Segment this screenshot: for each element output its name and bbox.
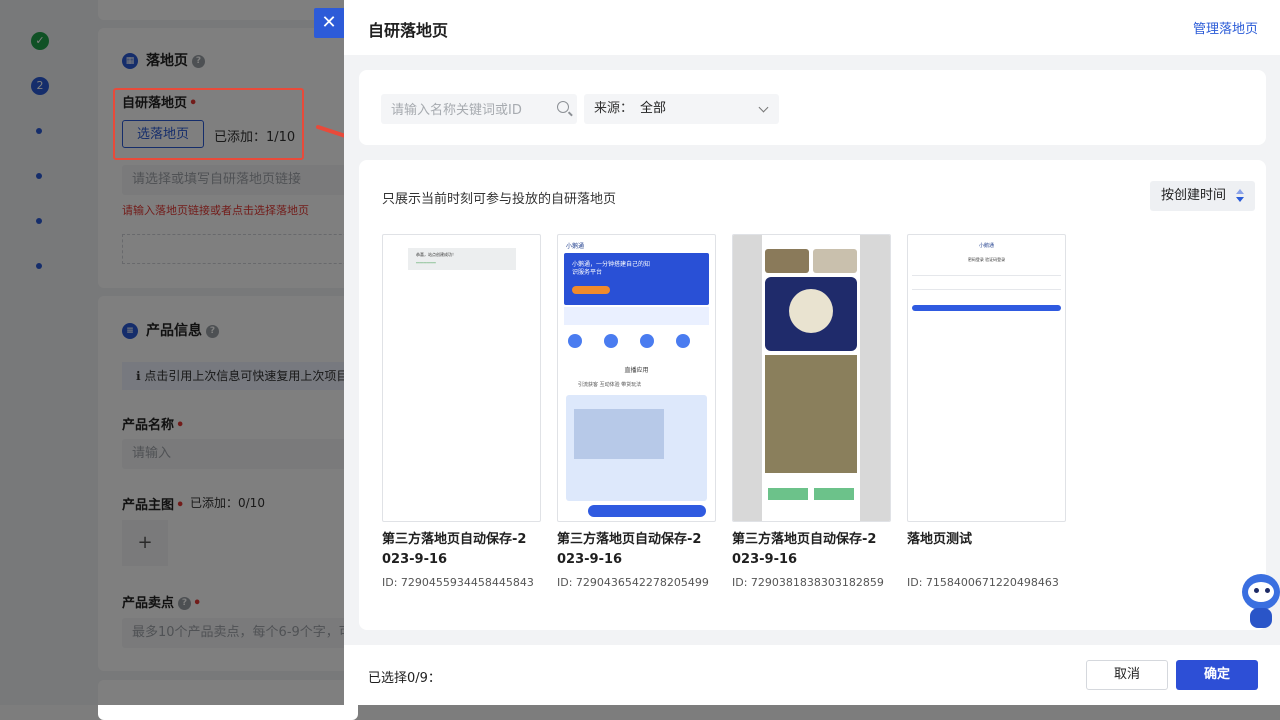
manage-landing-pages-link[interactable]: 管理落地页 bbox=[1193, 18, 1258, 37]
landing-page-card[interactable]: 小鹅通 密码登录 验证码登录 落地页测试 ID: 715840067122049… bbox=[907, 234, 1066, 589]
drawer-header: 自研落地页 管理落地页 bbox=[344, 0, 1280, 55]
search-input[interactable] bbox=[381, 94, 553, 126]
landing-page-id: ID: 7290436542278205499 bbox=[557, 576, 709, 589]
list-note: 只展示当前时刻可参与投放的自研落地页 bbox=[382, 192, 617, 207]
landing-page-name: 第三方落地页自动保存-2023-9-16 bbox=[732, 532, 877, 567]
thumb-login-button bbox=[912, 305, 1061, 311]
thumb-banner: 小鹅通，一分钟搭建自己的知识服务平台 bbox=[564, 253, 709, 305]
sort-icon bbox=[1236, 189, 1244, 203]
landing-page-card[interactable]: 小鹅通 小鹅通，一分钟搭建自己的知识服务平台 直播应用 引流获客 互动体验 带货… bbox=[557, 234, 716, 589]
chevron-down-icon bbox=[758, 102, 769, 113]
source-select[interactable]: 来源： 全部 bbox=[584, 94, 779, 124]
landing-page-thumbnail[interactable] bbox=[732, 234, 891, 522]
landing-page-drawer: 自研落地页 管理落地页 来源： 全部 只展示当前时刻可参与投放的自研落地页 按创… bbox=[344, 0, 1280, 705]
source-label: 来源： bbox=[594, 101, 634, 116]
landing-page-name: 第三方落地页自动保存-2023-9-16 bbox=[557, 532, 702, 567]
thumb-brand: 小鹅通 bbox=[566, 243, 585, 250]
drawer-title: 自研落地页 bbox=[368, 21, 449, 40]
landing-page-thumbnail[interactable]: 小鹅通 小鹅通，一分钟搭建自己的知识服务平台 直播应用 引流获客 互动体验 带货… bbox=[557, 234, 716, 522]
thumb-stats bbox=[564, 307, 709, 325]
cancel-button[interactable]: 取消 bbox=[1086, 660, 1168, 690]
landing-page-thumbnail[interactable]: 恭喜，站点创建成功！ ━━━━━━━━━━━ bbox=[382, 234, 541, 522]
landing-page-name: 落地页测试 bbox=[907, 532, 973, 547]
thumb-brand: 小鹅通 bbox=[978, 243, 994, 249]
landing-page-id: ID: 7290455934458445843 bbox=[382, 576, 534, 589]
close-drawer-button[interactable]: ✕ bbox=[314, 8, 344, 38]
moon-rabbit-image bbox=[765, 277, 857, 351]
drawer-footer: 已选择0/9： 取消 确定 bbox=[344, 645, 1280, 705]
thumb-success-banner: 恭喜，站点创建成功！ ━━━━━━━━━━━ bbox=[408, 248, 516, 270]
thumb-image bbox=[566, 395, 707, 501]
landing-page-card[interactable]: 第三方落地页自动保存-2023-9-16 ID: 729038183830318… bbox=[732, 234, 891, 589]
source-value: 全部 bbox=[640, 101, 667, 116]
confirm-button[interactable]: 确定 bbox=[1176, 660, 1258, 690]
landing-page-id: ID: 7158400671220498463 bbox=[907, 576, 1059, 589]
search-box bbox=[381, 94, 577, 126]
filter-bar: 来源： 全部 bbox=[359, 70, 1266, 145]
search-icon[interactable] bbox=[557, 101, 569, 113]
landing-page-list: 只展示当前时刻可参与投放的自研落地页 按创建时间 恭喜，站点创建成功！ ━━━━… bbox=[359, 160, 1266, 630]
landing-page-thumbnail[interactable]: 小鹅通 密码登录 验证码登录 bbox=[907, 234, 1066, 522]
assistant-mascot-icon[interactable] bbox=[1240, 568, 1280, 630]
landing-page-id: ID: 7290381838303182859 bbox=[732, 576, 884, 589]
landing-page-name: 第三方落地页自动保存-2023-9-16 bbox=[382, 532, 527, 567]
landing-page-card[interactable]: 恭喜，站点创建成功！ ━━━━━━━━━━━ 第三方落地页自动保存-2023-9… bbox=[382, 234, 541, 589]
reed-grass-image bbox=[765, 355, 857, 473]
thumb-icons bbox=[568, 333, 690, 352]
annotation-highlight-box bbox=[113, 88, 304, 160]
thumb-cta bbox=[588, 505, 706, 517]
sort-by-created-time-button[interactable]: 按创建时间 bbox=[1150, 181, 1255, 211]
selected-count: 已选择0/9： bbox=[368, 671, 441, 686]
